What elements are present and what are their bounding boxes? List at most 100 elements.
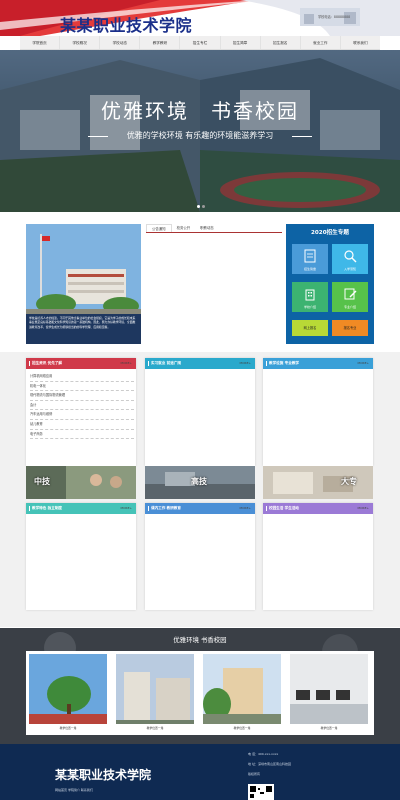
nav-item-overview[interactable]: 学校概况 [60,36,101,49]
enrollment-title: 2020招生专题 [311,230,349,236]
search-icon [344,250,357,263]
carousel-dot-2[interactable] [202,205,205,208]
card-header: 校园生活 学生活动 MORE+ [263,503,373,514]
gallery-item[interactable]: 教学位置一角 [29,654,107,732]
gallery-caption: 教学位置一角 [290,724,368,732]
list-item[interactable]: 计算机网络应用 [30,372,134,382]
major-signup-label: 报名专业 [343,326,357,330]
tile-admission-notes[interactable]: 入学须知 [332,244,368,274]
document-icon [304,249,316,263]
card-header-bar [148,506,150,511]
site-title[interactable]: 某某职业技术学院 [60,12,192,36]
header-phone: 学校电话：88888888 [318,15,351,19]
card-title: 教学特色 独立制度 [32,506,63,510]
computer-lab-photo [290,654,368,732]
photo-technician[interactable]: 中技 [26,466,136,499]
card-title: 课内工作 教研教育 [151,506,182,510]
online-register-label: 网上报名 [303,326,317,330]
footer-copyright: 版权所有 [248,772,261,776]
footer: 某某职业技术学院 网站首页 学院简介 联系我们 电 话：400-xxx-xxxx… [0,744,400,800]
major-list: 计算机网络应用 机电一体化 现代物流与国际物流管理 会计 汽车运用与维修 幼儿教… [30,372,134,440]
gallery-item[interactable]: 教学位置一角 [203,654,281,732]
card-header: 实习就业 前途广阔 MORE+ [145,358,255,369]
gallery-caption: 教学位置一角 [29,724,107,732]
tile-major-intro[interactable]: 专业介绍 [332,282,368,312]
nav-item-brochure[interactable]: 招生简章 [221,36,261,49]
enrollment-panel: 2020招生专题 招生简章 入学须知 学校介绍 专业介绍 网上报名 报名专业 [286,224,374,344]
hero-banner[interactable]: 优雅环境 书香校园 优雅的学校环境 有乐趣的环境能滋养学习 [0,50,400,212]
campus-tree-photo [29,654,107,732]
nav-item-register[interactable]: 招生报名 [261,36,301,49]
main-nav: 学院首页 学校概况 学校动态 教学教研 招生专栏 招生简章 招生报名 就业工作 … [20,36,380,50]
card-enrollment-info: 招生资讯 优先了解 MORE+ 计算机网络应用 机电一体化 现代物流与国际物流管… [26,358,136,466]
footer-address: 地 址：深圳市南山区南山科技园 [248,762,291,766]
more-link[interactable]: MORE+ [358,358,369,369]
card-internship: 实习就业 前途广阔 MORE+ [145,358,255,466]
campus-yard-photo [203,654,281,732]
card-teaching-features: 教学特色 独立制度 MORE+ [26,503,136,610]
qr-code-icon [248,784,274,800]
more-link[interactable]: MORE+ [240,358,251,369]
photo-senior-tech[interactable]: 高技 [145,466,255,499]
banner-line-right [292,136,312,137]
photo-label: 中技 [34,477,50,486]
nav-item-enroll-column[interactable]: 招生专栏 [180,36,221,49]
gallery-item[interactable]: 教学位置一角 [290,654,368,732]
list-item[interactable]: 会计 [30,401,134,411]
card-header-bar [266,506,268,511]
more-link[interactable]: MORE+ [121,503,132,514]
tile-brochure-label: 招生简章 [303,267,316,271]
more-link[interactable]: MORE+ [121,358,132,369]
carousel-dot-1[interactable] [197,205,200,208]
building-icon [305,289,315,301]
tile-admission-notes-label: 入学须知 [343,267,356,271]
gallery-item[interactable]: 教学位置一角 [116,654,194,732]
more-link[interactable]: MORE+ [358,503,369,514]
list-item[interactable]: 现代物流与国际物流管理 [30,391,134,401]
nav-item-employment[interactable]: 就业工作 [301,36,341,49]
tab-vocational-news[interactable]: 职教动态 [195,224,219,232]
card-header: 招生资讯 优先了解 MORE+ [26,358,136,369]
tile-major-intro-label: 专业介绍 [343,305,356,309]
tile-school-intro[interactable]: 学校介绍 [292,282,328,312]
photo-college[interactable]: 大专 [263,466,373,499]
gallery-strip: 教学位置一角 教学位置一角 教学位置一角 教学位置一角 [26,651,374,735]
more-link[interactable]: MORE+ [240,503,251,514]
photo-label: 大专 [341,477,357,486]
tile-school-intro-label: 学校介绍 [303,305,316,309]
card-header: 教学设施 专业教学 MORE+ [263,358,373,369]
gallery-caption: 教学位置一角 [203,724,281,732]
list-item[interactable]: 幼儿教育 [30,420,134,430]
card-title: 校园生活 学生活动 [269,506,300,510]
gallery-title: 优雅环境 书香校园 [173,636,227,644]
card-class-work: 课内工作 教研教育 MORE+ [145,503,255,610]
card-title: 实习就业 前途广阔 [151,361,182,365]
footer-phone: 电 话：400-xxx-xxxx [248,752,279,756]
card-header-bar [29,361,31,366]
major-signup-button[interactable]: 报名专业 [332,320,368,336]
tab-affairs[interactable]: 校务公开 [172,224,196,232]
card-title: 招生资讯 优先了解 [32,361,63,365]
news-box: 公告通知 校务公开 职教动态 [146,224,282,344]
banner-title: 优雅环境 书香校园 [101,99,299,123]
card-header-bar [266,361,268,366]
nav-item-home[interactable]: 学院首页 [20,36,61,49]
footer-links[interactable]: 网站首页 学院简介 联系我们 [55,788,93,792]
nav-item-contact[interactable]: 联系我们 [341,36,380,49]
school-intro-panel[interactable]: 学校是培养人才的摇篮。不同于其他企事业单位的社会组织，它是为学子的成长和未来事业… [26,224,141,344]
card-campus-life: 校园生活 学生活动 MORE+ [263,503,373,610]
list-item[interactable]: 电子商务 [30,430,134,440]
list-item[interactable]: 机电一体化 [30,382,134,392]
edit-icon [344,288,357,300]
card-title: 教学设施 专业教学 [269,361,300,365]
list-item[interactable]: 汽车运用与维修 [30,410,134,420]
nav-item-news[interactable]: 学校动态 [100,36,141,49]
card-header-bar [148,361,150,366]
tab-notices[interactable]: 公告通知 [146,224,172,232]
news-tabs: 公告通知 校务公开 职教动态 [146,224,282,233]
nav-item-teaching[interactable]: 教学教研 [140,36,181,49]
online-register-button[interactable]: 网上报名 [292,320,328,336]
school-intro-text: 学校是培养人才的摇篮。不同于其他企事业单位的社会组织，它是为学子的成长和未来事业… [26,314,141,344]
tile-brochure[interactable]: 招生简章 [292,244,328,274]
card-header-bar [29,506,31,511]
